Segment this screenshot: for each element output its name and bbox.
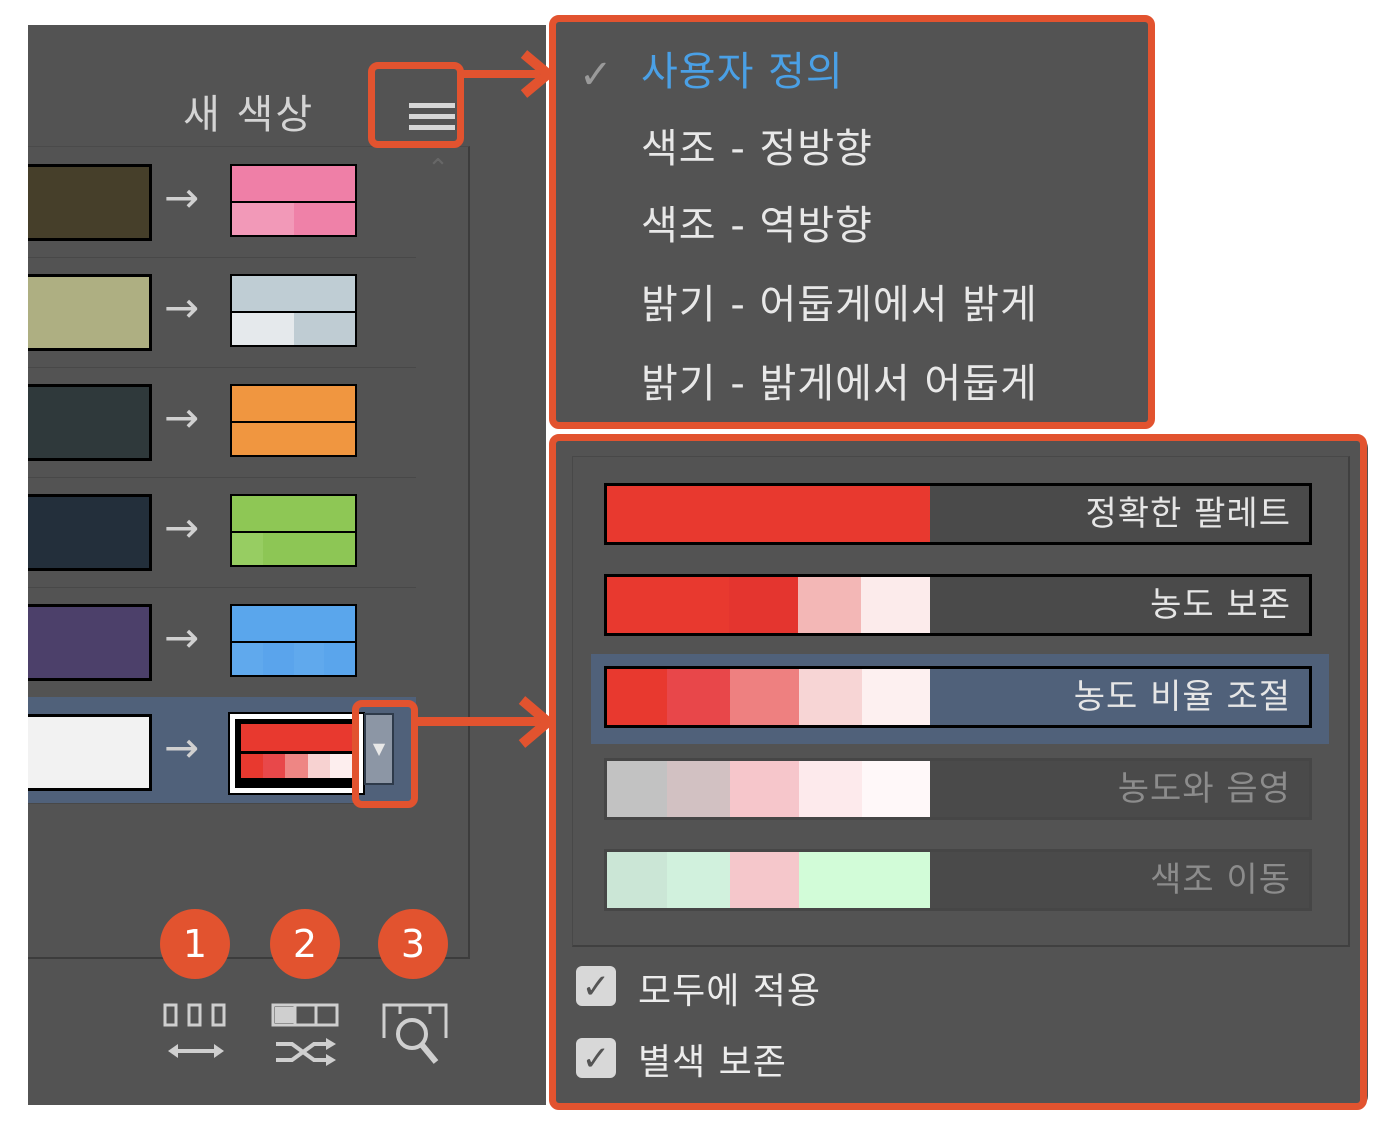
new-color-top — [241, 724, 352, 751]
new-color-swatch[interactable] — [230, 494, 357, 567]
current-color-swatch[interactable] — [28, 714, 152, 791]
color-row[interactable]: → — [28, 587, 416, 698]
badge-1: 1 — [160, 909, 230, 979]
color-row[interactable]: → — [28, 147, 416, 258]
new-color-swatch[interactable] — [230, 384, 357, 457]
right-arrow-icon[interactable]: → — [164, 177, 199, 219]
new-color-top — [232, 606, 355, 641]
new-color-tints — [241, 754, 353, 778]
tint-cell — [232, 423, 355, 455]
new-color-tints — [232, 533, 355, 565]
menu-highlight — [549, 15, 1155, 429]
new-color-tints — [232, 643, 355, 675]
menu-button-highlight — [368, 62, 464, 148]
right-arrow-icon[interactable]: → — [164, 727, 199, 769]
tint-cell — [307, 754, 330, 778]
find-color-icon[interactable] — [380, 1000, 452, 1070]
current-color-swatch[interactable] — [28, 164, 152, 241]
new-color-swatch[interactable] — [230, 604, 357, 677]
scroll-up-icon[interactable]: ⌃ — [423, 156, 453, 182]
color-row[interactable]: → — [28, 257, 416, 368]
tint-cell — [262, 643, 294, 675]
new-color-swatch[interactable] — [230, 274, 357, 347]
color-row[interactable]: → — [28, 477, 416, 588]
current-color-swatch[interactable] — [28, 494, 152, 571]
badge-3: 3 — [378, 909, 448, 979]
new-color-tints — [232, 313, 355, 345]
current-color-swatch[interactable] — [28, 604, 152, 681]
tint-cell — [293, 313, 355, 345]
right-arrow-icon[interactable]: → — [164, 287, 199, 329]
tint-cell — [232, 533, 263, 565]
right-arrow-icon[interactable]: → — [164, 397, 199, 439]
tint-cell — [232, 203, 294, 235]
tint-cell — [324, 533, 355, 565]
recolor-panel: 새 색상 ⌃ ⌄ →→→→→→▼ 1 2 3 — [28, 25, 546, 1105]
shuffle-colors-icon[interactable] — [270, 1000, 342, 1068]
variation-panel-highlight — [549, 434, 1367, 1110]
tint-cell — [293, 643, 325, 675]
tint-cell — [232, 313, 294, 345]
tint-cell — [232, 643, 263, 675]
badge-2: 2 — [270, 909, 340, 979]
tint-cell — [324, 643, 355, 675]
new-color-top — [232, 386, 355, 421]
current-color-swatch[interactable] — [28, 274, 152, 351]
panel-title: 새 색상 — [183, 92, 315, 138]
current-color-swatch[interactable] — [28, 384, 152, 461]
color-row[interactable]: → — [28, 367, 416, 478]
tint-cell — [241, 754, 264, 778]
tint-cell — [329, 754, 353, 778]
new-color-swatch[interactable] — [228, 712, 365, 795]
tint-cell — [263, 754, 286, 778]
new-color-tints — [232, 203, 355, 235]
new-color-tints — [232, 423, 355, 455]
tint-cell — [262, 533, 294, 565]
new-color-top — [232, 276, 355, 311]
new-color-top — [232, 496, 355, 531]
right-arrow-icon[interactable]: → — [164, 617, 199, 659]
color-list: ⌃ ⌄ →→→→→→▼ — [28, 146, 470, 959]
right-arrow-icon[interactable]: → — [164, 507, 199, 549]
tint-cell — [293, 533, 325, 565]
tint-cell — [285, 754, 308, 778]
dropdown-button-highlight — [352, 700, 418, 808]
expand-swatches-icon[interactable] — [162, 1000, 230, 1068]
tint-cell — [293, 203, 355, 235]
new-color-top — [232, 166, 355, 201]
new-color-swatch[interactable] — [230, 164, 357, 237]
